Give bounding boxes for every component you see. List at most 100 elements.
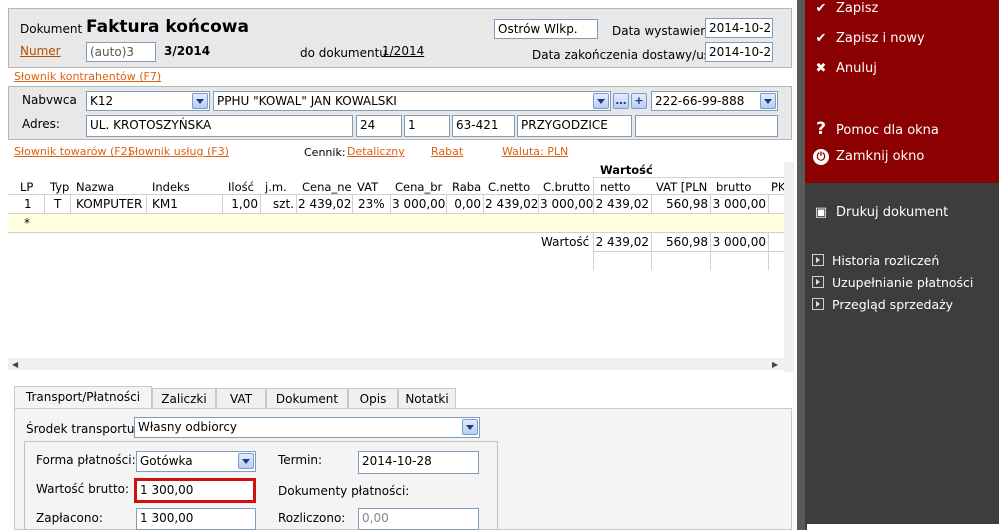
cennik-link[interactable]: Detaliczny [347, 145, 405, 158]
col-header[interactable]: Cena_ne [302, 180, 352, 194]
dokument-label: Dokument [20, 22, 83, 36]
save-label: Zapisz [836, 1, 879, 16]
waluta-link[interactable]: Waluta: PLN [502, 145, 568, 158]
total-vat: 560,98 [666, 235, 708, 249]
arrow-right-icon [812, 276, 824, 288]
col-header[interactable]: netto [600, 180, 630, 194]
cell-rabat: 0,00 [454, 197, 481, 211]
printer-icon: ▣ [814, 205, 828, 220]
print-button[interactable]: ▣ Drukuj dokument [812, 205, 948, 220]
cell-indeks: KM1 [152, 197, 178, 211]
totals-label: Wartość [541, 235, 590, 249]
tab-opis[interactable]: Opis [348, 388, 398, 408]
help-button[interactable]: ? Pomoc dla okna [812, 119, 939, 139]
street-field[interactable]: UL. KROTOSZYŃSKA [86, 115, 353, 137]
cell-ilosc: 1,00 [231, 197, 258, 211]
col-header[interactable]: C.brutto [543, 180, 590, 194]
col-header[interactable]: j.m. [265, 180, 287, 194]
wartosc-brutto-field[interactable]: 1 300,00 [134, 478, 256, 503]
save-and-new-button[interactable]: ✔ Zapisz i nowy [812, 31, 925, 46]
place-field[interactable]: Ostrów Wlkp. [494, 19, 598, 39]
tab-vat[interactable]: VAT [216, 388, 266, 408]
tab-dokument[interactable]: Dokument [266, 388, 348, 408]
horizontal-scrollbar[interactable]: ◀ ▶ [8, 358, 784, 370]
rozliczono-label: Rozliczono: [278, 511, 346, 525]
cancel-button[interactable]: ✖ Anuluj [812, 61, 877, 76]
col-header[interactable]: Ilość [228, 180, 254, 194]
zaplacono-field[interactable]: 1 300,00 [136, 508, 256, 530]
col-header[interactable]: VAT [357, 180, 378, 194]
city-field[interactable]: PRZYGODZICE [517, 115, 632, 137]
nav-label: Przegląd sprzedaży [832, 297, 954, 312]
nav-uzupelnianie-platnosci[interactable]: Uzupełnianie płatności [812, 275, 973, 290]
extra-address-field[interactable] [635, 115, 778, 137]
numer-field[interactable]: (auto)3 [86, 42, 156, 62]
checkmark-plus-icon: ✔ [815, 31, 827, 46]
kontrahent-code-select[interactable]: K12 [86, 91, 210, 111]
rabat-link[interactable]: Rabat [431, 145, 463, 158]
new-row[interactable]: * [8, 214, 784, 232]
kontrahent-name-select[interactable]: PPHU "KOWAL" JAN KOWALSKI [213, 91, 611, 111]
col-header[interactable]: brutto [716, 180, 751, 194]
flat-number-field[interactable]: 1 [404, 115, 450, 137]
col-header[interactable]: LP [20, 180, 33, 194]
cell-vat: 23% [358, 197, 385, 211]
more-icon[interactable]: … [613, 93, 629, 109]
chevron-down-icon[interactable] [760, 93, 776, 109]
data-wystawienia-label: Data wystawienia [612, 24, 719, 38]
slownik-towarow-link[interactable]: Słownik towarów (F2) [14, 145, 132, 158]
do-dokumentu-link[interactable]: 1/2014 [382, 44, 424, 58]
chevron-down-icon[interactable] [238, 453, 254, 469]
document-title: Faktura końcowa [86, 17, 249, 37]
nav-label: Historia rozliczeń [832, 253, 940, 268]
col-header[interactable]: Typ [50, 180, 69, 194]
slownik-uslug-link[interactable]: Słownik usług (F3) [128, 145, 229, 158]
save-button[interactable]: ✔ Zapisz [812, 1, 879, 16]
arrow-right-icon [812, 298, 824, 310]
scroll-right-icon[interactable]: ▶ [772, 360, 778, 369]
sidebar-bottom-strip [807, 524, 999, 530]
postal-code-field[interactable]: 63-421 [452, 115, 515, 137]
col-header[interactable]: Indeks [152, 180, 190, 194]
cell-brutto: 3 000,00 [712, 197, 766, 211]
vertical-scrollbar[interactable] [784, 162, 794, 372]
adres-label: Adres: [22, 117, 60, 131]
tab-zaliczki[interactable]: Zaliczki [152, 388, 216, 408]
print-label: Drukuj dokument [836, 205, 949, 220]
col-header[interactable]: Cena_br [395, 180, 442, 194]
chevron-down-icon[interactable] [192, 93, 208, 109]
forma-platnosci-select[interactable]: Gotówka [136, 451, 256, 472]
close-window-label: Zamknij okno [836, 149, 925, 164]
nip-select[interactable]: 222-66-99-888 [651, 91, 778, 111]
scroll-left-icon[interactable]: ◀ [12, 360, 18, 369]
cell-nazwa: KOMPUTER [76, 197, 143, 211]
kontrahent-name-value: PPHU "KOWAL" JAN KOWALSKI [217, 94, 397, 108]
add-icon[interactable]: + [631, 93, 647, 109]
house-number-field[interactable]: 24 [356, 115, 402, 137]
data-wystawienia-field[interactable]: 2014-10-28 [705, 18, 773, 38]
col-header[interactable]: Nazwa [76, 180, 114, 194]
chevron-down-icon[interactable] [462, 419, 478, 435]
table-row[interactable]: 1 T KOMPUTER KM1 1,00 szt. 2 439,02 23% … [8, 195, 784, 213]
numer-suffix: 3/2014 [164, 44, 211, 58]
nav-przeglad-sprzedazy[interactable]: Przegląd sprzedaży [812, 297, 953, 312]
zaplacono-label: Zapłacono: [36, 511, 103, 525]
termin-field[interactable]: 2014-10-28 [358, 451, 479, 474]
numer-link[interactable]: Numer [20, 44, 61, 58]
chevron-down-icon[interactable] [593, 93, 609, 109]
save-and-new-label: Zapisz i nowy [836, 31, 925, 46]
data-zakonczenia-field[interactable]: 2014-10-28 [705, 42, 773, 62]
kontrahent-code-value: K12 [90, 94, 114, 108]
tab-notatki[interactable]: Notatki [398, 388, 456, 408]
col-header[interactable]: Raba [452, 180, 481, 194]
tab-transport-platnosci[interactable]: Transport/Płatności [14, 386, 152, 409]
items-grid[interactable]: Wartość LP Typ Nazwa Indeks Ilość j.m. C… [8, 162, 785, 358]
nav-historia-rozliczen[interactable]: Historia rozliczeń [812, 253, 939, 268]
col-header[interactable]: VAT [PLN [656, 180, 707, 194]
cell-c-brutto: 3 000,00 [540, 197, 594, 211]
srodek-transportu-select[interactable]: Własny odbiorcy [134, 417, 480, 438]
col-header[interactable]: C.netto [488, 180, 530, 194]
close-window-button[interactable]: ⏻ Zamknij okno [812, 149, 924, 165]
slownik-kontrahentow-link[interactable]: Słownik kontrahentów (F7) [14, 70, 161, 83]
cell-lp: 1 [24, 197, 32, 211]
